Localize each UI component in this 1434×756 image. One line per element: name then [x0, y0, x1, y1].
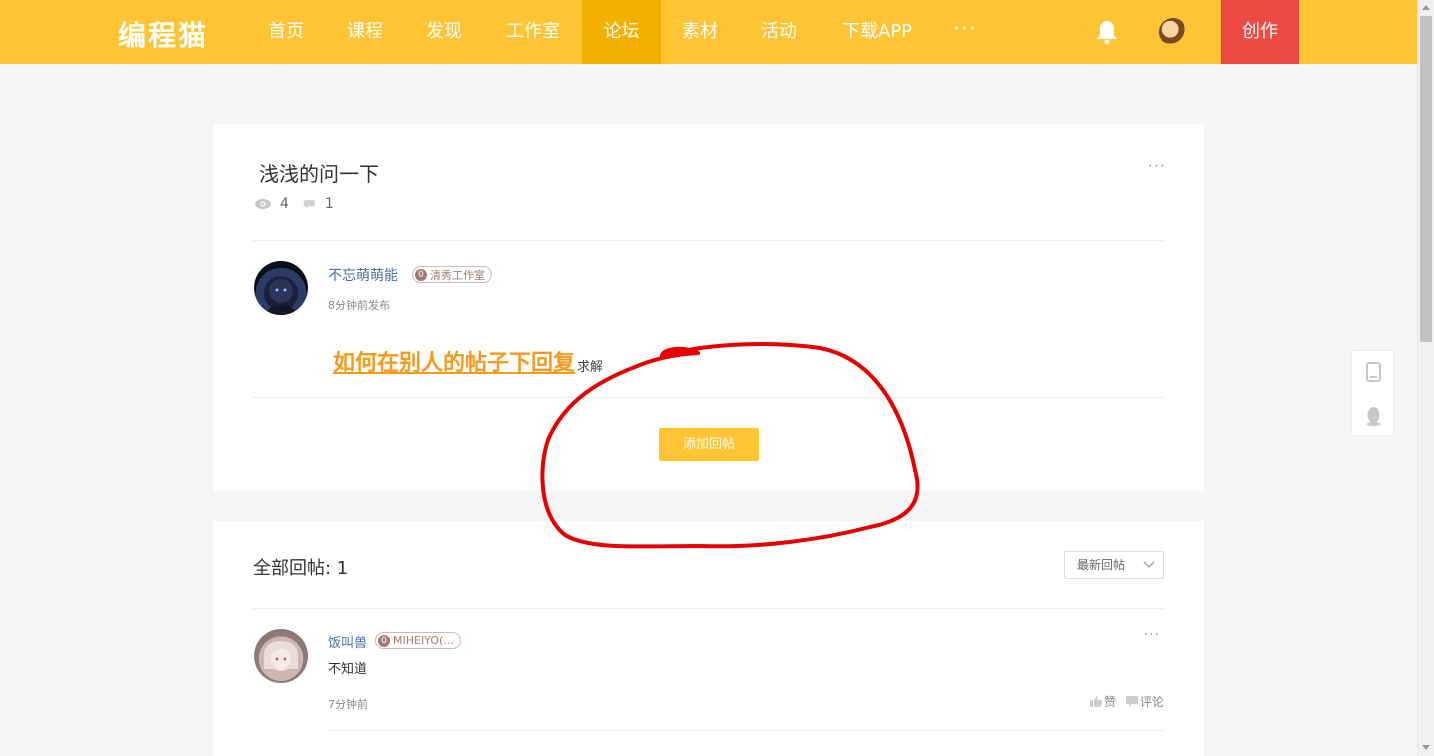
chevron-down-icon: [1143, 556, 1155, 568]
divider: [253, 608, 1164, 609]
divider: [253, 240, 1164, 241]
top-navbar: 编程猫 首页 课程 发现 工作室 论坛 素材 活动 下载APP ··· 创作: [0, 0, 1417, 64]
post-card: 浅浅的问一下 ··· 4 1 不忘萌萌能 0 清秀工作室 8分钟前发布 如何在别…: [214, 124, 1204, 491]
badge-level: 0: [415, 268, 427, 281]
comment-icon[interactable]: [1125, 696, 1138, 707]
replies-card: 全部回帖: 1 最新回帖 饭叫兽 0 MIHEIYO(... ··· 不知道 7…: [214, 521, 1204, 756]
nav-more-icon[interactable]: ···: [953, 0, 977, 64]
sort-select-value: 最新回帖: [1077, 558, 1126, 572]
post-more-icon[interactable]: ···: [1148, 156, 1166, 175]
thumbs-up-icon[interactable]: [1089, 696, 1102, 707]
scroll-thumb[interactable]: [1420, 16, 1432, 342]
post-time: 8分钟前发布: [328, 299, 390, 312]
post-title: 浅浅的问一下: [259, 162, 379, 186]
nav-events[interactable]: 活动: [749, 0, 809, 64]
qq-icon[interactable]: [1365, 406, 1382, 426]
badge-text: MIHEIYO(...: [393, 634, 454, 647]
reply-time: 7分钟前: [328, 698, 368, 711]
scrollbar[interactable]: [1417, 0, 1434, 756]
eye-icon: [255, 199, 271, 209]
divider: [253, 397, 1164, 398]
author-studio-badge[interactable]: 0 清秀工作室: [412, 266, 492, 283]
reply-text: 不知道: [328, 662, 368, 677]
nav-forum[interactable]: 论坛: [582, 0, 661, 64]
post-body: 如何在别人的帖子下回复 求解: [333, 345, 603, 377]
reply-actions: 赞 评论: [1089, 693, 1164, 710]
author-avatar-art: [266, 279, 296, 315]
bell-icon[interactable]: [1094, 18, 1120, 46]
scroll-up-icon[interactable]: [1422, 5, 1430, 10]
post-body-link[interactable]: 如何在别人的帖子下回复: [333, 345, 575, 377]
comment-button[interactable]: 评论: [1140, 693, 1164, 710]
add-reply-button[interactable]: 添加回帖: [659, 428, 759, 461]
nav-courses[interactable]: 课程: [335, 0, 395, 64]
replies-title: 全部回帖: 1: [253, 558, 349, 579]
nav-materials[interactable]: 素材: [670, 0, 730, 64]
reply-more-icon[interactable]: ···: [1144, 627, 1160, 643]
create-button[interactable]: 创作: [1221, 0, 1299, 64]
user-avatar[interactable]: [1159, 18, 1187, 46]
like-button[interactable]: 赞: [1104, 693, 1116, 710]
reply-author-badge[interactable]: 0 MIHEIYO(...: [375, 632, 461, 649]
side-toolbar: [1351, 350, 1394, 436]
post-stats: 4 1: [254, 196, 348, 212]
reply-avatar-art: [264, 641, 298, 669]
view-count: 4: [280, 196, 289, 212]
nav-home[interactable]: 首页: [256, 0, 316, 64]
sort-select[interactable]: 最新回帖: [1064, 551, 1164, 579]
comment-icon: [303, 200, 315, 209]
mobile-icon[interactable]: [1365, 362, 1382, 382]
post-body-tail: 求解: [577, 360, 604, 375]
scroll-down-icon[interactable]: [1422, 745, 1430, 750]
divider: [328, 730, 1164, 731]
nav-discover[interactable]: 发现: [414, 0, 474, 64]
reply-avatar[interactable]: [254, 629, 308, 683]
nav-studio[interactable]: 工作室: [498, 0, 568, 64]
site-logo[interactable]: 编程猫: [118, 14, 208, 54]
comment-count: 1: [324, 196, 334, 212]
nav-download-app[interactable]: 下载APP: [834, 0, 920, 64]
badge-text: 清秀工作室: [430, 268, 485, 282]
reply-author-name[interactable]: 饭叫兽: [328, 632, 367, 651]
badge-level: 0: [378, 634, 390, 647]
author-name[interactable]: 不忘萌萌能: [328, 265, 398, 285]
author-avatar[interactable]: [254, 261, 308, 315]
